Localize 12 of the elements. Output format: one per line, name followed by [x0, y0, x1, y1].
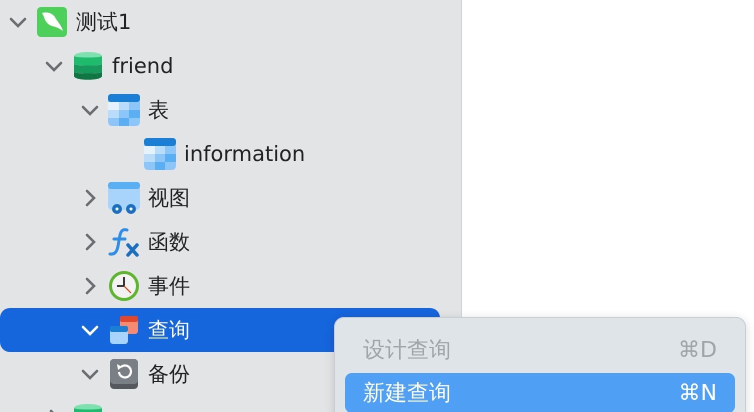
tree-item-label: 表 [148, 97, 169, 124]
tree-item-label: 视图 [148, 185, 190, 212]
tree-item-label: friend [112, 54, 174, 78]
tree-item-label: information [184, 142, 306, 166]
tree-item-label: 测试1 [76, 9, 132, 36]
menu-item-label: 新建查询 [363, 380, 451, 408]
tree-item-label: 事件 [148, 273, 190, 300]
shortcut-label: ⌘N [678, 380, 717, 406]
tree-item-label: 备份 [148, 361, 190, 388]
shortcut-label: ⌘D [678, 338, 717, 362]
tree-item-label: 函数 [148, 229, 190, 256]
tree-item-label: 查询 [148, 317, 190, 344]
